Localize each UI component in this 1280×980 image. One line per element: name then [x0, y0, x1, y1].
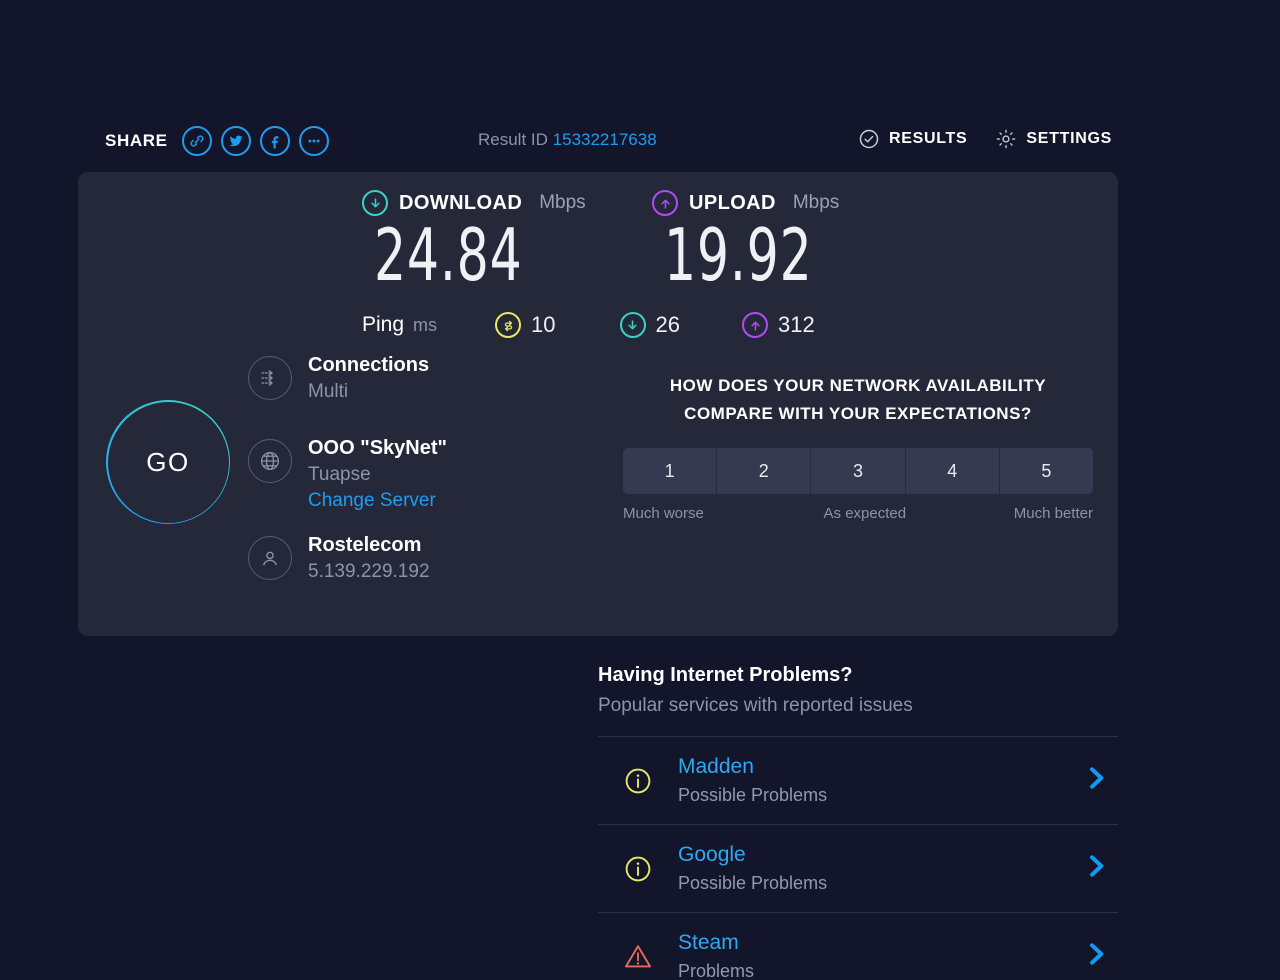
client-row: Rostelecom 5.139.229.192: [248, 534, 447, 583]
service-status: Possible Problems: [678, 785, 828, 805]
result-id: Result ID 15332217638: [478, 130, 657, 150]
ping-download: 26: [619, 312, 680, 338]
speedtest-result-page: SHARE Result ID 15332217638 RESULTS SETT…: [0, 0, 1280, 980]
network-survey: HOW DOES YOUR NETWORK AVAILABILITY COMPA…: [623, 372, 1093, 522]
service-status: Problems: [678, 961, 755, 980]
survey-legend: Much worse As expected Much better: [623, 505, 1093, 522]
rating-option-1[interactable]: 1: [623, 448, 718, 495]
connections-row: Connections Multi: [248, 354, 447, 403]
list-item-text: Google Possible Problems: [678, 843, 1058, 894]
download-arrow-icon: [619, 312, 646, 338]
upload-unit: Mbps: [792, 192, 840, 213]
survey-rating-group: 1 2 3 4 5: [623, 448, 1093, 495]
rating-option-4[interactable]: 4: [905, 448, 1000, 495]
ping-idle: 10: [495, 312, 556, 338]
share-label: SHARE: [105, 131, 168, 150]
rating-option-3[interactable]: 3: [811, 448, 906, 495]
link-icon[interactable]: [181, 126, 212, 156]
ping-idle-value: 10: [531, 312, 556, 337]
person-icon: [248, 536, 292, 580]
problems-title: Having Internet Problems?: [598, 664, 853, 686]
legend-mid: As expected: [823, 505, 907, 523]
globe-icon: [248, 439, 292, 483]
legend-low: Much worse: [623, 505, 704, 523]
upload-label: UPLOAD: [689, 191, 776, 214]
service-status: Possible Problems: [678, 873, 828, 893]
header-actions: RESULTS SETTINGS: [858, 128, 1112, 150]
page-header: SHARE Result ID 15332217638 RESULTS SETT…: [0, 118, 1280, 178]
speed-results: DOWNLOAD Mbps 24.84 UPLOAD Mbps 19.92: [362, 190, 962, 291]
warning-triangle-icon: [620, 939, 656, 975]
check-circle-icon: [858, 128, 880, 150]
internet-problems-section: Having Internet Problems? Popular servic…: [598, 664, 1118, 980]
list-item-text: Madden Possible Problems: [678, 755, 1058, 806]
list-item[interactable]: Google Possible Problems: [598, 824, 1118, 912]
ping-label: Ping: [362, 313, 405, 336]
download-unit: Mbps: [539, 192, 586, 213]
gear-icon: [995, 128, 1017, 150]
multi-connection-icon: [248, 356, 292, 400]
ping-upload-value: 312: [778, 312, 815, 337]
go-button-ring: GO: [106, 400, 230, 524]
go-button-label: GO: [146, 446, 190, 477]
results-button[interactable]: RESULTS: [858, 128, 967, 150]
settings-label: SETTINGS: [1026, 130, 1112, 147]
chevron-right-icon[interactable]: [1080, 850, 1112, 887]
result-id-value[interactable]: 15332217638: [553, 130, 657, 149]
ping-results: Ping ms 10 26 312: [362, 312, 815, 338]
ip-address: 5.139.229.192: [308, 561, 430, 582]
go-button-inner: GO: [107, 401, 229, 523]
server-row: OOO "SkyNet" Tuapse Change Server: [248, 437, 447, 512]
download-value: 24.84: [374, 213, 523, 297]
service-name[interactable]: Steam: [678, 931, 1058, 955]
problems-list: Madden Possible Problems Google Possible…: [598, 736, 1118, 980]
ping-upload: 312: [742, 312, 815, 338]
share-group: SHARE: [105, 126, 329, 156]
settings-button[interactable]: SETTINGS: [995, 128, 1112, 150]
go-button[interactable]: GO: [106, 400, 230, 524]
server-text: OOO "SkyNet" Tuapse Change Server: [308, 437, 447, 512]
more-icon[interactable]: [298, 126, 329, 156]
client-text: Rostelecom 5.139.229.192: [308, 534, 430, 583]
ping-unit: ms: [413, 314, 438, 335]
twitter-icon[interactable]: [220, 126, 251, 156]
connections-title: Connections: [308, 354, 430, 376]
server-location: Tuapse: [308, 464, 371, 485]
chevron-right-icon[interactable]: [1080, 762, 1112, 799]
list-item[interactable]: Steam Problems: [598, 912, 1118, 980]
service-name[interactable]: Madden: [678, 755, 1058, 779]
result-card: DOWNLOAD Mbps 24.84 UPLOAD Mbps 19.92 Pi…: [78, 172, 1118, 636]
facebook-icon[interactable]: [259, 126, 290, 156]
change-server-link[interactable]: Change Server: [308, 490, 447, 512]
problems-subtitle: Popular services with reported issues: [598, 695, 913, 716]
server-name: OOO "SkyNet": [308, 437, 448, 459]
service-name[interactable]: Google: [678, 843, 1058, 867]
chevron-right-icon[interactable]: [1080, 938, 1112, 975]
isp-name: Rostelecom: [308, 534, 422, 556]
download-label: DOWNLOAD: [399, 191, 523, 214]
connection-info: Connections Multi OOO "SkyNet" Tuapse Ch: [248, 354, 447, 583]
upload-result: UPLOAD Mbps 19.92: [652, 190, 942, 291]
rating-option-2[interactable]: 2: [717, 448, 812, 495]
rating-option-5[interactable]: 5: [999, 448, 1093, 495]
legend-high: Much better: [1013, 505, 1093, 523]
result-id-label: Result ID: [478, 130, 548, 149]
ping-download-value: 26: [655, 312, 680, 337]
list-item[interactable]: Madden Possible Problems: [598, 736, 1118, 824]
info-circle-icon: [620, 763, 656, 799]
survey-question: HOW DOES YOUR NETWORK AVAILABILITY COMPA…: [669, 376, 1047, 423]
list-item-text: Steam Problems: [678, 931, 1058, 980]
upload-value: 19.92: [664, 213, 813, 297]
download-result: DOWNLOAD Mbps 24.84: [362, 190, 652, 291]
upload-arrow-icon: [742, 312, 768, 338]
info-circle-icon: [620, 851, 656, 887]
results-label: RESULTS: [889, 130, 968, 147]
idle-latency-icon: [495, 312, 522, 338]
connections-text: Connections Multi: [308, 354, 429, 403]
connections-subtitle: Multi: [308, 381, 349, 402]
